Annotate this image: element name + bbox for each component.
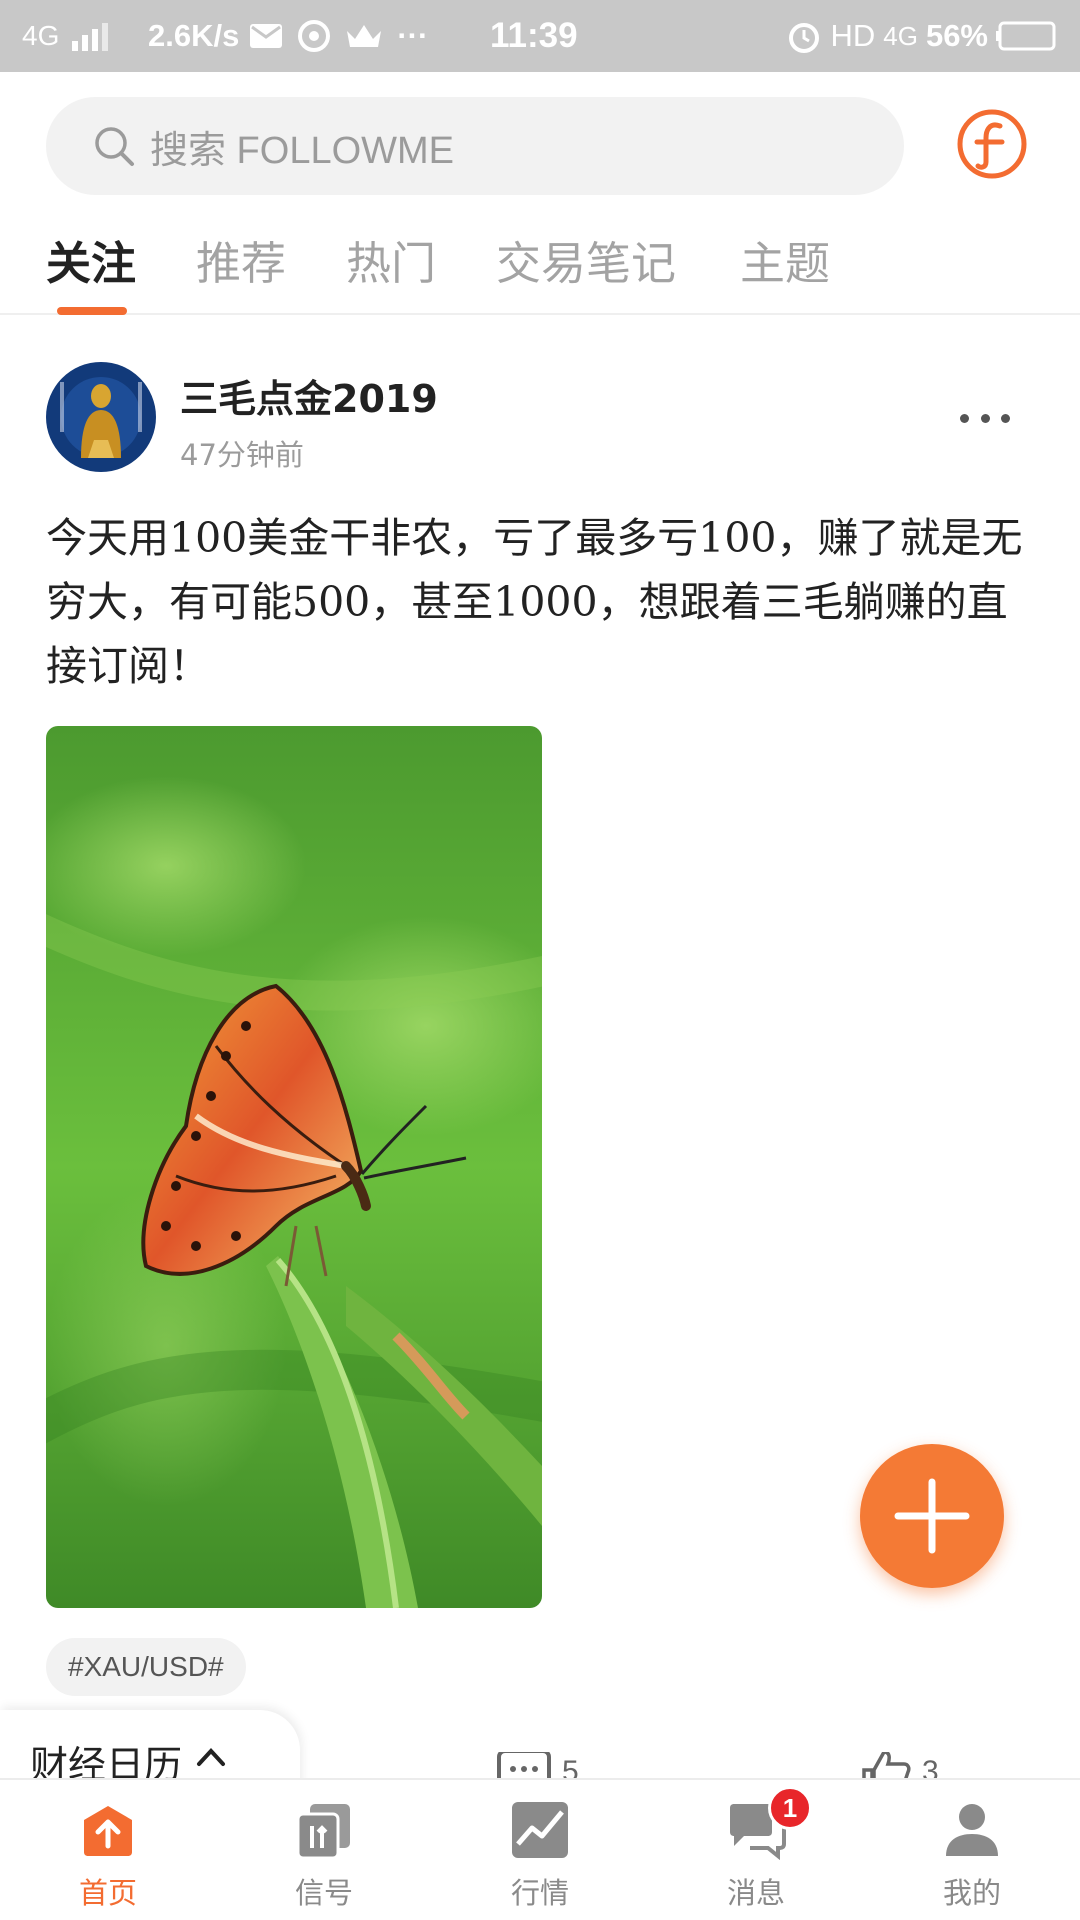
unread-badge: 1	[768, 1786, 812, 1830]
nav-label-profile: 我的	[942, 1876, 1001, 1910]
post-image-butterfly[interactable]	[46, 726, 542, 1608]
battery-icon	[996, 21, 1056, 51]
tab-following[interactable]: 关注	[46, 227, 136, 292]
followme-logo-icon[interactable]	[956, 108, 1028, 180]
nav-markets[interactable]: 行情	[432, 1780, 648, 1920]
topic-tag[interactable]: #XAU/USD#	[46, 1638, 246, 1696]
network-type: 4G	[22, 20, 60, 51]
create-post-button[interactable]	[860, 1444, 1004, 1588]
signal-icon	[72, 0, 122, 72]
author-name[interactable]: 三毛点金2019	[180, 368, 438, 423]
search-bar[interactable]: 搜索 FOLLOWME	[46, 97, 904, 195]
market-chart-icon	[510, 1800, 570, 1860]
chevron-up-icon	[197, 1748, 226, 1766]
search-icon	[95, 127, 134, 166]
hd-indicator: HD	[830, 18, 876, 53]
nav-label-signals: 信号	[294, 1876, 353, 1910]
crown-icon	[347, 25, 382, 47]
status-right: HD 4G 56%	[786, 0, 1058, 72]
tab-recommended[interactable]: 推荐	[196, 227, 286, 292]
active-tab-indicator	[57, 307, 127, 315]
tab-trading-notes[interactable]: 交易笔记	[496, 227, 676, 292]
post-content[interactable]: 今天用100美金干非农，亏了最多亏100，赚了就是无穷大，有可能500，甚至10…	[46, 506, 1036, 698]
nav-home[interactable]: 首页	[0, 1780, 216, 1920]
post-timestamp: 47分钟前	[180, 438, 304, 472]
status-bar: 4G 2.6K/s ··· 11:39 HD 4G 56%	[0, 0, 1080, 72]
tab-topics[interactable]: 主题	[740, 227, 830, 292]
plus-icon	[894, 1478, 970, 1554]
bottom-navigation: 首页 信号 行情 1 消息 我的	[0, 1778, 1080, 1920]
tab-hot[interactable]: 热门	[346, 227, 436, 292]
nav-label-markets: 行情	[510, 1876, 569, 1910]
search-placeholder: 搜索 FOLLOWME	[150, 129, 455, 172]
network-speed: 2.6K/s ···	[148, 18, 429, 53]
clock: 11:39	[490, 16, 578, 55]
nav-profile[interactable]: 我的	[864, 1780, 1080, 1920]
home-icon	[78, 1800, 138, 1860]
mail-icon	[250, 24, 283, 48]
app-notification-icon	[298, 20, 331, 52]
message-icon: 1	[726, 1786, 812, 1861]
more-options-icon[interactable]	[960, 406, 1010, 430]
alarm-icon	[789, 23, 820, 53]
feed-tabs: 关注 推荐 热门 交易笔记 主题	[0, 215, 1080, 315]
battery-percent: 56%	[925, 18, 988, 53]
nav-signals[interactable]: 信号	[216, 1780, 432, 1920]
profile-icon	[942, 1800, 1002, 1860]
network-type-secondary: 4G	[883, 20, 918, 51]
nav-label-home: 首页	[78, 1876, 137, 1910]
nav-label-messages: 消息	[726, 1876, 785, 1910]
author-avatar[interactable]	[46, 362, 156, 472]
signals-icon	[294, 1800, 354, 1860]
nav-messages[interactable]: 1 消息	[648, 1780, 864, 1920]
